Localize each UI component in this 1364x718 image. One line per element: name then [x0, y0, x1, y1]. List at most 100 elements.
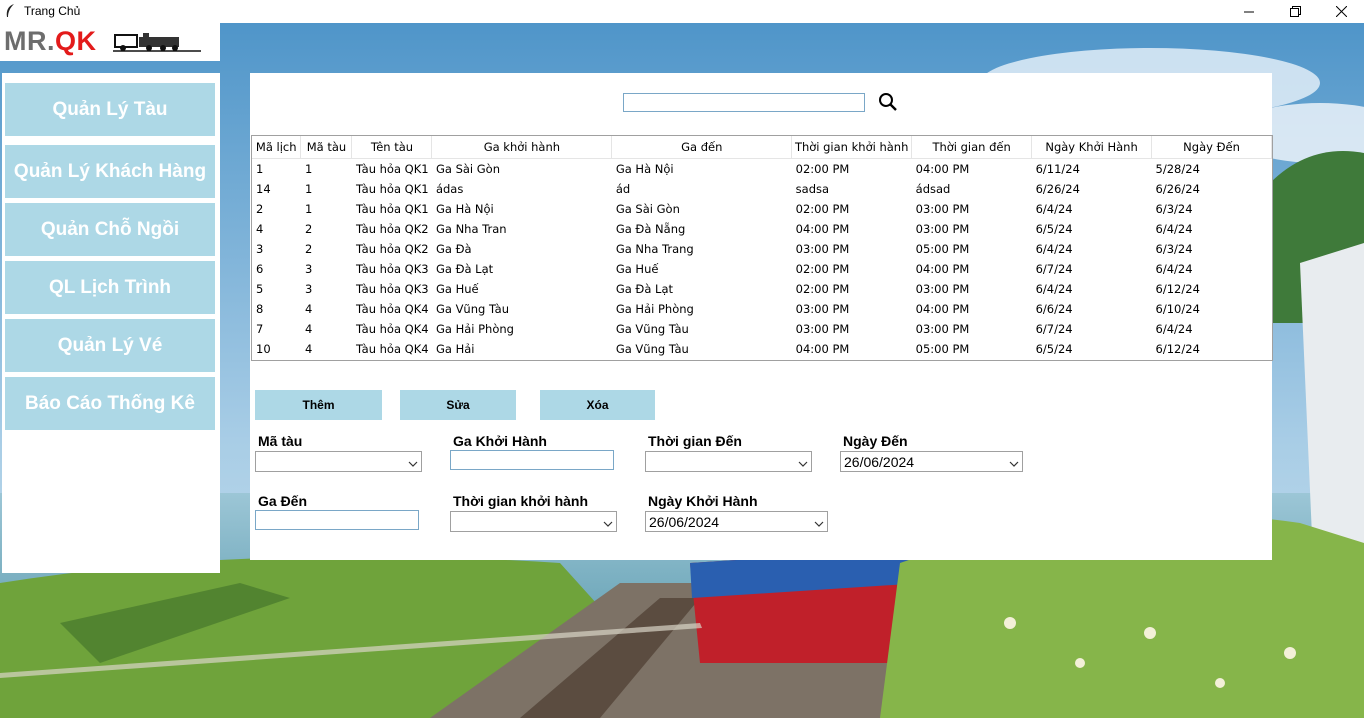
column-header[interactable]: Ga khởi hành — [431, 136, 613, 159]
table-cell: 04:00 PM — [915, 162, 970, 176]
table-cell: 4 — [256, 222, 264, 236]
column-header[interactable]: Mã lịch — [252, 136, 302, 159]
table-cell: 6/4/24 — [1155, 322, 1193, 336]
table-row[interactable]: 10 4 Tàu hỏa QK4 Ga Hải Ga Vũng Tàu 04:00 PM 0… — [252, 339, 1272, 359]
table-cell: 6/11/24 — [1035, 162, 1080, 176]
search-icon[interactable] — [878, 92, 898, 113]
table-row[interactable]: 8 4 Tàu hỏa QK4 Ga Vũng Tàu Ga Hải Phòng 03:0… — [252, 299, 1272, 319]
schedule-table[interactable]: Mã lịch Mã tàu Tên tàu Ga khởi hành Ga đ… — [251, 135, 1273, 361]
ngay-khoi-hanh-datepicker[interactable]: 26/06/2024 — [645, 511, 828, 532]
table-cell: 5 — [256, 282, 264, 296]
table-cell: 6/12/24 — [1155, 282, 1200, 296]
column-header[interactable]: Mã tàu — [300, 136, 353, 159]
table-cell: 6/4/24 — [1155, 222, 1193, 236]
edit-button[interactable]: Sửa — [400, 390, 516, 420]
main-panel: Mã lịch Mã tàu Tên tàu Ga khởi hành Ga đ… — [250, 73, 1273, 560]
table-cell: Tàu hỏa QK4 — [355, 322, 429, 336]
table-cell: Ga Vũng Tàu — [615, 322, 689, 336]
table-cell: Ga Huế — [435, 282, 479, 296]
sidebar-item-quan-ly-tau[interactable]: Quản Lý Tàu — [5, 83, 215, 136]
sidebar-item-quan-cho-ngoi[interactable]: Quản Chỗ Ngồi — [5, 203, 215, 256]
table-cell: 2 — [304, 222, 313, 236]
chevron-down-icon — [814, 517, 824, 531]
sidebar-item-ql-lich-trinh[interactable]: QL Lịch Trình — [5, 261, 215, 314]
table-cell: 10 — [256, 342, 271, 356]
table-cell: 04:00 PM — [795, 222, 850, 236]
table-cell: 04:00 PM — [795, 342, 850, 356]
ga-khoi-hanh-input[interactable] — [450, 450, 614, 470]
title-bar: Trang Chủ — [0, 0, 1364, 23]
logo-text: MR.QK — [4, 26, 97, 56]
table-cell: 2 — [256, 202, 264, 216]
table-cell: ád — [615, 182, 631, 196]
table-cell: 6/5/24 — [1035, 222, 1073, 236]
table-row[interactable]: 5 3 Tàu hỏa QK3 Ga Huế Ga Đà Lạt 02:00 PM 03:0… — [252, 279, 1272, 299]
thoi-gian-den-combobox[interactable] — [645, 451, 812, 472]
ngay-khoi-hanh-label: Ngày Khởi Hành — [648, 493, 758, 509]
chevron-down-icon — [1009, 457, 1019, 471]
table-cell: 6/3/24 — [1155, 202, 1193, 216]
table-cell: 6/3/24 — [1155, 242, 1193, 256]
window-title: Trang Chủ — [24, 4, 81, 18]
thoi-gian-khoi-hanh-combobox[interactable] — [450, 511, 617, 532]
column-header[interactable]: Thời gian khởi hành — [791, 136, 913, 159]
search-input[interactable] — [623, 93, 865, 112]
table-cell: 03:00 PM — [795, 242, 850, 256]
table-cell: 6/6/24 — [1035, 302, 1073, 316]
table-cell: 6/4/24 — [1035, 242, 1073, 256]
table-cell: 3 — [304, 262, 313, 276]
ga-den-input[interactable] — [255, 510, 419, 530]
table-cell: 05:00 PM — [915, 342, 970, 356]
table-cell: Ga Đà — [435, 242, 472, 256]
close-button[interactable] — [1318, 0, 1364, 23]
ma-tau-combobox[interactable] — [255, 451, 422, 472]
table-cell: 6/10/24 — [1155, 302, 1200, 316]
table-cell: Ga Hà Nội — [435, 202, 494, 216]
table-cell: Tàu hỏa QK4 — [355, 342, 429, 356]
table-row[interactable]: 3 2 Tàu hỏa QK2 Ga Đà Ga Nha Trang 03:00 PM 05… — [252, 239, 1272, 259]
ga-khoi-hanh-label: Ga Khởi Hành — [453, 433, 547, 449]
table-cell: Ga Sài Gòn — [435, 162, 501, 176]
column-header[interactable]: Ngày Đến — [1151, 136, 1272, 159]
table-cell: Tàu hỏa QK4 — [355, 302, 429, 316]
column-header[interactable]: Thời gian đến — [911, 136, 1033, 159]
table-cell: 4 — [304, 322, 313, 336]
table-row[interactable]: 4 2 Tàu hỏa QK2 Ga Nha Tran Ga Đà Nẵng 04:00 … — [252, 219, 1272, 239]
table-cell: Ga Hà Nội — [615, 162, 674, 176]
table-cell: 02:00 PM — [795, 202, 850, 216]
table-cell: Ga Vũng Tàu — [615, 342, 689, 356]
table-cell: 8 — [256, 302, 264, 316]
table-cell: 1 — [256, 162, 264, 176]
chevron-down-icon — [408, 457, 418, 471]
ngay-den-datepicker[interactable]: 26/06/2024 — [840, 451, 1023, 472]
table-cell: 03:00 PM — [915, 322, 970, 336]
add-button[interactable]: Thêm — [255, 390, 382, 420]
table-cell: 05:00 PM — [915, 242, 970, 256]
column-header[interactable]: Ga đến — [611, 136, 793, 159]
sidebar-item-bao-cao-thong-ke[interactable]: Báo Cáo Thống Kê — [5, 377, 215, 430]
table-cell: 1 — [304, 202, 313, 216]
table-cell: Ga Hải Phòng — [435, 322, 514, 336]
table-cell: 4 — [304, 342, 313, 356]
table-row[interactable]: 2 1 Tàu hỏa QK1 Ga Hà Nội Ga Sài Gòn 02:00 PM… — [252, 199, 1272, 219]
column-header[interactable]: Ngày Khởi Hành — [1031, 136, 1153, 159]
table-cell: 2 — [304, 242, 313, 256]
table-cell: Tàu hỏa QK3 — [355, 282, 429, 296]
table-cell: Ga Nha Tran — [435, 222, 507, 236]
table-row[interactable]: 1 1 Tàu hỏa QK1 Ga Sài Gòn Ga Hà Nội 02:00 PM… — [252, 159, 1272, 180]
delete-button[interactable]: Xóa — [540, 390, 655, 420]
minimize-button[interactable] — [1226, 0, 1272, 23]
sidebar-item-quan-ly-ve[interactable]: Quản Lý Vé — [5, 319, 215, 372]
table-cell: 02:00 PM — [795, 162, 850, 176]
sidebar-item-quan-ly-khach-hang[interactable]: Quản Lý Khách Hàng — [5, 145, 215, 198]
restore-button[interactable] — [1272, 0, 1318, 23]
column-header[interactable]: Tên tàu — [351, 136, 433, 159]
table-cell: 5/28/24 — [1155, 162, 1200, 176]
table-cell: 1 — [304, 162, 313, 176]
table-cell: 03:00 PM — [915, 202, 970, 216]
table-row[interactable]: 14 1 Tàu hỏa QK1 ádas ád sadsa ádsad 6/26/24 6/2… — [252, 179, 1272, 199]
ga-den-label: Ga Đến — [258, 493, 308, 509]
table-row[interactable]: 6 3 Tàu hỏa QK3 Ga Đà Lạt Ga Huế 02:00 PM 04:0… — [252, 259, 1272, 279]
table-row[interactable]: 7 4 Tàu hỏa QK4 Ga Hải Phòng Ga Vũng Tàu 03:0… — [252, 319, 1272, 339]
logo-area: MR.QK — [0, 23, 220, 61]
